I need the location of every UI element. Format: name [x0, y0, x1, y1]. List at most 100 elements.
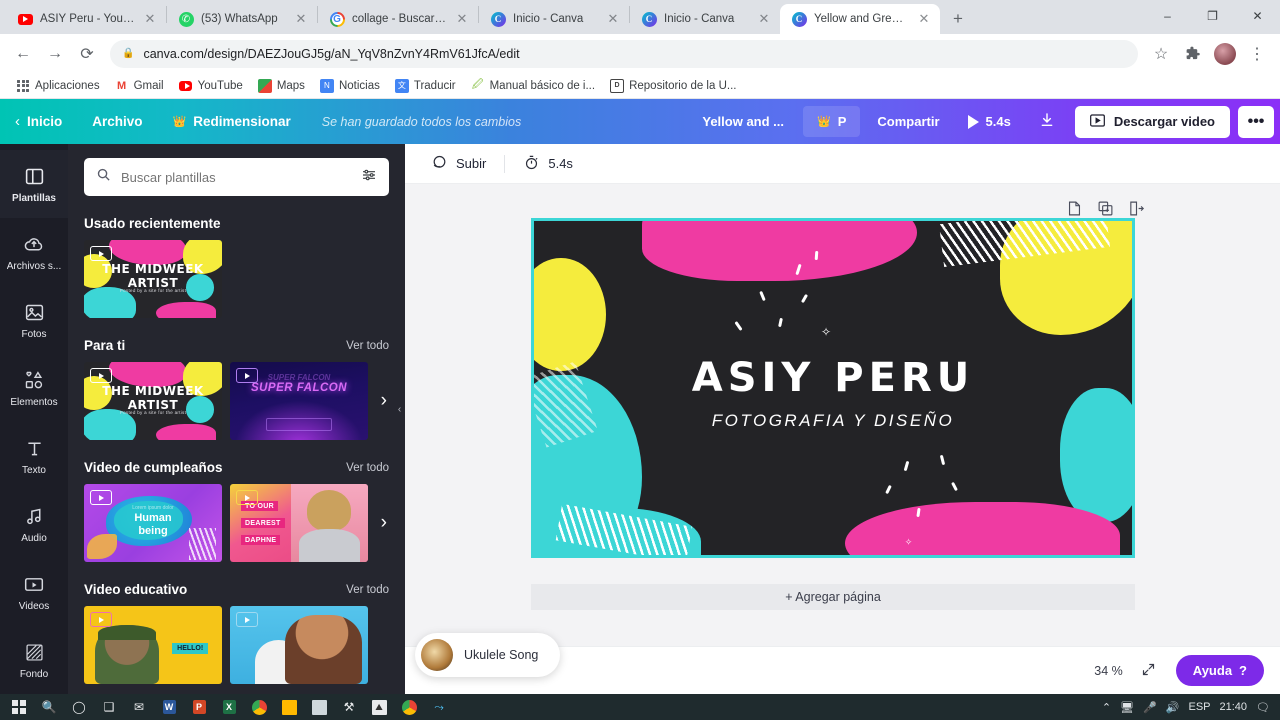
taskbar-excel[interactable]: X	[214, 694, 244, 720]
sidebar-item-archivos[interactable]: Archivos s...	[0, 218, 68, 286]
bookmark-noticias[interactable]: N Noticias	[314, 77, 386, 95]
bookmark-repositorio[interactable]: D Repositorio de la U...	[604, 77, 742, 95]
taskbar-powerpoint[interactable]: P	[184, 694, 214, 720]
bookmark-traducir[interactable]: 文 Traducir	[389, 77, 462, 95]
add-page-button[interactable]: + Agregar página	[531, 584, 1135, 610]
download-button[interactable]	[1025, 104, 1069, 139]
bookmark-maps[interactable]: Maps	[252, 77, 311, 95]
search-input[interactable]	[121, 169, 351, 185]
home-button[interactable]: ‹ Inicio	[0, 105, 77, 138]
browser-tab[interactable]: C Inicio - Canva ✕	[479, 4, 629, 34]
see-all-link[interactable]: Ver todo	[346, 462, 389, 474]
taskbar-chrome[interactable]	[244, 694, 274, 720]
zoom-level[interactable]: 34 %	[1094, 664, 1123, 678]
sidebar-item-plantillas[interactable]: Plantillas	[0, 150, 68, 218]
next-templates-arrow[interactable]: ›	[381, 512, 387, 534]
taskbar-mail[interactable]: ✉	[124, 694, 154, 720]
panel-collapse-button[interactable]: ‹	[393, 392, 405, 426]
more-options-button[interactable]: •••	[1238, 105, 1274, 138]
close-icon[interactable]: ✕	[142, 11, 158, 27]
help-button[interactable]: Ayuda ?	[1175, 655, 1264, 686]
volume-icon[interactable]: 🔊	[1166, 701, 1180, 714]
taskbar-store[interactable]	[304, 694, 334, 720]
mic-icon[interactable]: 🎤	[1143, 701, 1157, 714]
play-button[interactable]: 5.4s	[954, 106, 1025, 137]
avatar[interactable]	[1214, 42, 1236, 65]
search-box[interactable]	[84, 158, 389, 196]
taskbar-explorer[interactable]	[274, 694, 304, 720]
network-icon[interactable]: 🖥	[1120, 701, 1134, 714]
sidebar-item-fondo[interactable]: Fondo	[0, 626, 68, 694]
audio-track-chip[interactable]: Ukulele Song	[415, 633, 561, 677]
close-icon[interactable]: ✕	[916, 11, 932, 27]
filters-icon[interactable]	[361, 167, 377, 188]
see-all-link[interactable]: Ver todo	[346, 584, 389, 596]
extensions-icon[interactable]	[1178, 39, 1208, 69]
duration-button[interactable]: 5.4s	[511, 148, 585, 180]
sidebar-item-fotos[interactable]: Fotos	[0, 286, 68, 354]
bookmark-youtube[interactable]: YouTube	[173, 77, 249, 95]
next-templates-arrow[interactable]: ›	[381, 390, 387, 412]
new-tab-button[interactable]: +	[944, 5, 972, 33]
browser-tab[interactable]: collage - Buscar con Go ✕	[318, 4, 478, 34]
template-thumb-girl-blue[interactable]	[230, 606, 368, 684]
clock[interactable]: 21:40	[1220, 701, 1248, 713]
template-thumb-human-being[interactable]: Lorem ipsum dolor Human being	[84, 484, 222, 562]
notifications-icon[interactable]: 🗨	[1256, 701, 1270, 714]
canvas-area[interactable]: ✧ ✧ ASIY PERU FOTOGRAFIA Y DISEÑO + Agre…	[405, 184, 1280, 646]
taskbar-tool[interactable]: ⚒	[334, 694, 364, 720]
language-indicator[interactable]: ESP	[1188, 701, 1210, 713]
taskbar-cortana[interactable]: ◯	[64, 694, 94, 720]
share-button[interactable]: Compartir	[863, 106, 953, 137]
duration-label: 5.4s	[985, 114, 1011, 129]
sidebar-item-elementos[interactable]: Elementos	[0, 354, 68, 422]
thumb-line2: DEAREST	[241, 518, 285, 529]
close-icon[interactable]: ✕	[756, 11, 772, 27]
header-right-group: Yellow and ... 👑 P Compartir 5.4s Descar…	[686, 104, 1274, 139]
template-thumb-midweek[interactable]: THE MIDWEEK ARTIST Posted by a site for …	[84, 362, 222, 440]
tray-chevron-icon[interactable]: ⌃	[1102, 701, 1111, 714]
expand-icon[interactable]	[1141, 662, 1156, 680]
sidebar-item-texto[interactable]: Texto	[0, 422, 68, 490]
browser-tab[interactable]: (53) WhatsApp ✕	[167, 4, 317, 34]
address-bar[interactable]: 🔒 canva.com/design/DAEZJouGJ5g/aN_YqV8nZ…	[110, 39, 1138, 68]
pro-badge[interactable]: 👑 P	[803, 106, 861, 137]
upload-button[interactable]: Subir	[419, 148, 498, 180]
taskbar-task-view[interactable]: ❑	[94, 694, 124, 720]
resize-button[interactable]: 👑 Redimensionar	[158, 106, 306, 137]
bookmark-star-icon[interactable]: ☆	[1146, 39, 1176, 69]
file-menu-button[interactable]: Archivo	[77, 106, 157, 137]
bookmark-gmail[interactable]: M Gmail	[109, 77, 170, 95]
browser-tab-active[interactable]: C Yellow and Green Spark ✕	[780, 4, 940, 34]
taskbar-photos[interactable]: ⛰	[364, 694, 394, 720]
forward-button[interactable]: →	[40, 39, 70, 69]
close-icon[interactable]: ✕	[454, 11, 470, 27]
download-video-button[interactable]: Descargar video	[1074, 105, 1230, 138]
bookmark-aplicaciones[interactable]: Aplicaciones	[10, 77, 106, 95]
template-thumb-midweek[interactable]: THE MIDWEEK ARTIST Posted by a site for …	[84, 240, 222, 318]
bookmark-manual[interactable]: 🖉 Manual básico de i...	[465, 77, 601, 95]
design-canvas[interactable]: ✧ ✧ ASIY PERU FOTOGRAFIA Y DISEÑO	[531, 218, 1135, 558]
template-thumb-super-falcon[interactable]: SUPER FALCON SUPER FALCON	[230, 362, 368, 440]
design-title[interactable]: Yellow and ...	[686, 106, 800, 137]
reload-button[interactable]: ⟳	[72, 39, 102, 69]
minimize-button[interactable]: –	[1145, 0, 1190, 32]
back-button[interactable]: ←	[8, 39, 38, 69]
template-thumb-daphne[interactable]: TO OUR DEAREST DAPHNE	[230, 484, 368, 562]
taskbar-search[interactable]: 🔍	[34, 694, 64, 720]
browser-tab[interactable]: ASIY Peru - YouTube ✕	[6, 4, 166, 34]
start-button[interactable]	[4, 694, 34, 720]
close-icon[interactable]: ✕	[293, 11, 309, 27]
sidebar-item-videos[interactable]: Videos	[0, 558, 68, 626]
see-all-link[interactable]: Ver todo	[346, 340, 389, 352]
browser-menu-icon[interactable]: ⋮	[1242, 39, 1272, 69]
template-thumb-hello-kid[interactable]: HELLO!	[84, 606, 222, 684]
maximize-button[interactable]: ❐	[1190, 0, 1235, 32]
browser-tab[interactable]: C Inicio - Canva ✕	[630, 4, 780, 34]
close-icon[interactable]: ✕	[605, 11, 621, 27]
close-window-button[interactable]: ✕	[1235, 0, 1280, 32]
sidebar-item-audio[interactable]: Audio	[0, 490, 68, 558]
taskbar-word[interactable]: W	[154, 694, 184, 720]
taskbar-app[interactable]: ⤳	[424, 694, 454, 720]
taskbar-chrome-active[interactable]	[394, 694, 424, 720]
